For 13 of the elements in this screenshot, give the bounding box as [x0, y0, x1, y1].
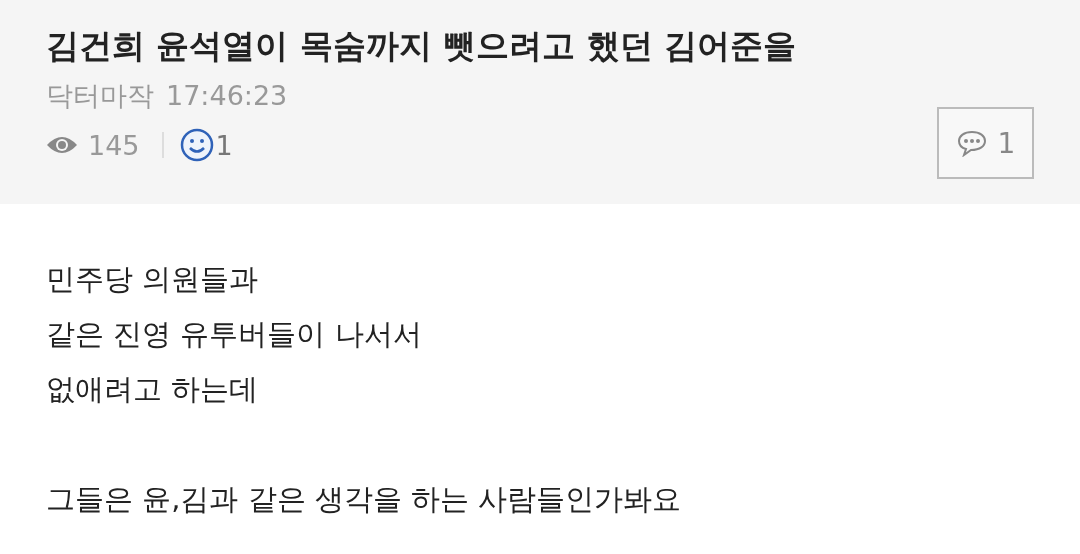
author-name[interactable]: 닥터마작: [46, 78, 154, 114]
body-text: 없애려고 하는데: [46, 371, 259, 408]
body-text: 같은 진영 유투버들이 나서서: [46, 316, 422, 353]
eye-icon: [46, 135, 78, 155]
post-title: 김건희 윤석열이 목숨까지 뺏으려고 했던 김어준을: [46, 25, 797, 67]
body-text: 민주당 의원들과: [46, 261, 259, 298]
comment-button[interactable]: 1: [937, 107, 1034, 179]
post-time: 17:46:23: [166, 79, 288, 113]
speech-bubble-icon: [955, 129, 988, 157]
body-text: 그들은 윤,김과 같은 생각을 하는 사람들인가봐요: [46, 481, 682, 518]
smiley-icon: [179, 128, 214, 162]
like-count: 1: [215, 129, 233, 161]
view-count: 145: [88, 129, 140, 161]
